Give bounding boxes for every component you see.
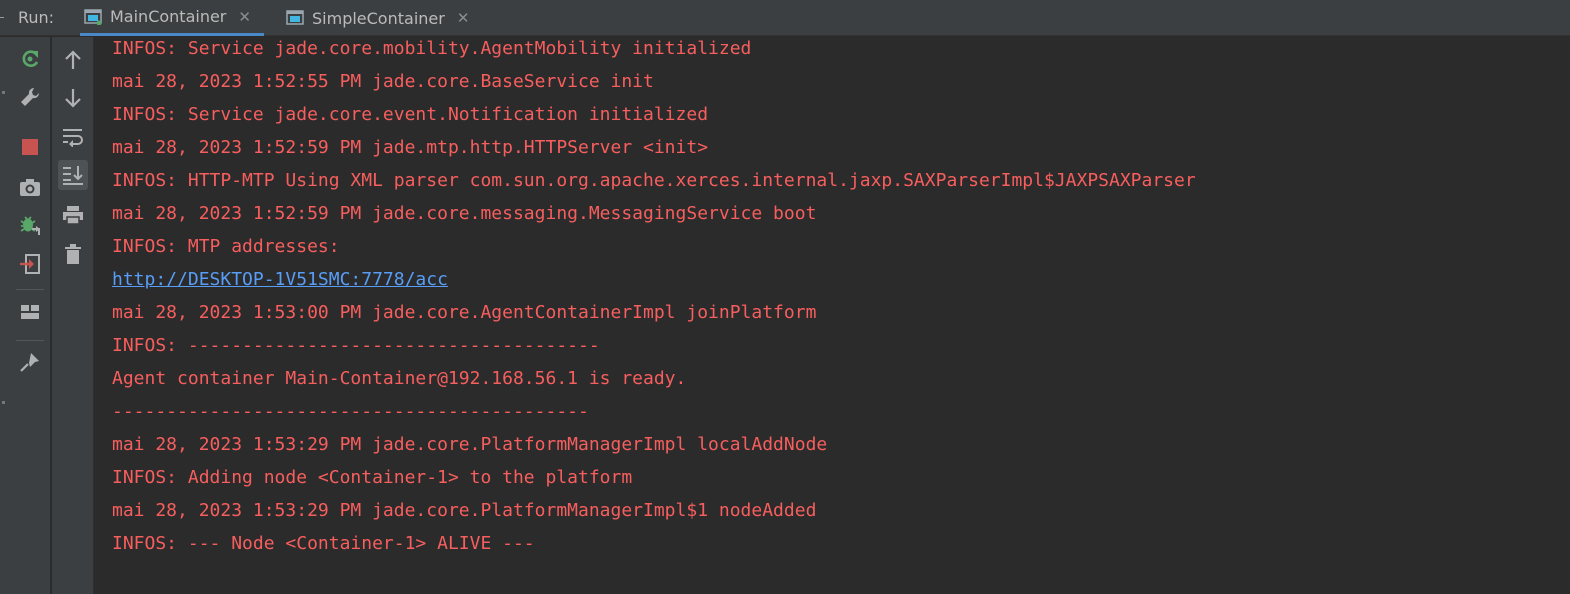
close-icon[interactable]: ✕ [238,8,251,26]
layout-icon [21,305,39,319]
tab-label: SimpleContainer [312,8,445,28]
settings-button[interactable] [15,82,45,112]
soft-wrap-icon [63,129,83,147]
pin-icon [20,353,39,372]
edge-tick [2,91,5,94]
camera-icon [20,179,40,196]
arrow-down-icon [65,89,81,108]
close-icon[interactable]: ✕ [457,9,470,27]
console-line: INFOS: ---------------------------------… [112,335,600,356]
run-actions-toolbar [10,37,50,594]
left-edge-strip [0,37,10,594]
application-icon [286,10,304,26]
rerun-button[interactable] [15,44,45,74]
stop-icon [22,139,38,155]
console-actions-toolbar [52,37,94,594]
run-tool-window-header: Run: MainContainer ✕ SimpleContainer ✕ [0,0,1570,36]
trash-icon [65,244,81,264]
edge-tick [2,401,5,404]
dump-threads-button[interactable] [15,172,45,202]
debug-icon [20,216,40,235]
console-output[interactable]: INFOS: Service jade.core.mobility.AgentM… [95,37,1570,594]
console-line: mai 28, 2023 1:52:55 PM jade.core.BaseSe… [112,71,654,92]
exit-button[interactable] [15,249,45,279]
exit-icon [20,254,40,274]
soft-wrap-button[interactable] [58,122,88,152]
scroll-to-end-button[interactable] [58,160,88,190]
print-button[interactable] [58,200,88,230]
arrow-up-icon [65,50,81,69]
console-line: INFOS: HTTP-MTP Using XML parser com.sun… [112,170,1196,191]
console-line: INFOS: Adding node <Container-1> to the … [112,467,633,488]
console-line: INFOS: Service jade.core.mobility.AgentM… [112,38,752,59]
console-line: mai 28, 2023 1:52:59 PM jade.core.messag… [112,203,817,224]
console-line: INFOS: Service jade.core.event.Notificat… [112,104,709,125]
rerun-icon [22,50,39,67]
clear-all-button[interactable] [58,239,88,269]
console-line: Agent container Main-Container@192.168.5… [112,368,687,389]
console-line: mai 28, 2023 1:53:00 PM jade.core.AgentC… [112,302,817,323]
restore-layout-button[interactable] [15,297,45,327]
console-line: mai 28, 2023 1:53:29 PM jade.core.Platfo… [112,434,828,455]
console-line: mai 28, 2023 1:52:59 PM jade.mtp.http.HT… [112,137,709,158]
console-line: mai 28, 2023 1:53:29 PM jade.core.Platfo… [112,500,817,521]
console-line: INFOS: MTP addresses: [112,236,340,257]
scroll-to-end-icon [63,166,83,185]
next-occurrence-button[interactable] [58,83,88,113]
tab-simple-container[interactable]: SimpleContainer ✕ [282,0,482,36]
tab-main-container[interactable]: MainContainer ✕ [80,0,264,36]
stop-button[interactable] [15,132,45,162]
debug-button[interactable] [15,210,45,240]
wrench-icon [21,87,40,106]
pin-tab-button[interactable] [15,347,45,377]
print-icon [63,206,83,225]
toolbar-separator [16,289,44,290]
mtp-address-link[interactable]: http://DESKTOP-1V51SMC:7778/acc [112,268,448,292]
run-label: Run: [18,8,55,27]
edge-marker [0,17,4,18]
previous-occurrence-button[interactable] [58,45,88,75]
tab-label: MainContainer [110,7,227,26]
application-icon [84,8,102,25]
toolbar-separator [16,340,44,341]
console-line: INFOS: --- Node <Container-1> ALIVE --- [112,533,535,554]
console-line: ----------------------------------------… [112,401,589,422]
